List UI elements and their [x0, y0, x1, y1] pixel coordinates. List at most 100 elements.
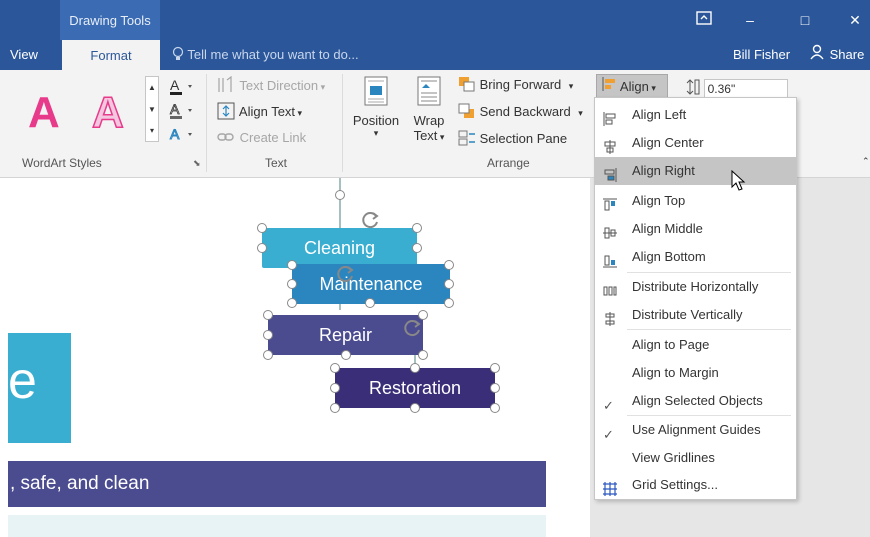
selection-handle[interactable]	[410, 363, 420, 373]
shape-restoration[interactable]: Restoration	[335, 368, 495, 408]
menu-item-align-center[interactable]: Align Center	[595, 129, 796, 157]
shape-repair[interactable]: Repair	[268, 315, 423, 355]
height-icon	[686, 78, 700, 99]
align-text-button[interactable]: Align Text ▾	[216, 102, 302, 123]
align-top-icon	[603, 194, 617, 211]
shape-cleaning[interactable]: Cleaning	[262, 228, 417, 268]
selection-handle[interactable]	[490, 383, 500, 393]
menu-item-align-middle[interactable]: Align Middle	[595, 215, 796, 243]
menu-item-use-alignment-guides[interactable]: ✓ Use Alignment Guides	[595, 416, 796, 444]
send-backward-label: Send Backward	[479, 103, 571, 119]
align-label: Align	[619, 79, 649, 94]
menu-item-grid-settings[interactable]: Grid Settings...	[595, 471, 796, 499]
selection-handle[interactable]	[330, 383, 340, 393]
menu-item-view-gridlines[interactable]: View Gridlines	[595, 444, 796, 472]
minimize-button[interactable]: –	[730, 0, 770, 40]
selection-handle[interactable]	[444, 298, 454, 308]
checkmark-icon: ✓	[603, 427, 614, 442]
rotate-handle-icon[interactable]	[361, 210, 381, 233]
text-outline-button[interactable]: A	[168, 100, 196, 123]
arrange-group-label: Arrange	[487, 156, 530, 170]
send-backward-button[interactable]: Send Backward ▾	[458, 103, 583, 122]
selection-pane-label: Selection Pane	[479, 130, 568, 146]
tab-view[interactable]: View	[10, 40, 38, 70]
selection-handle[interactable]	[257, 243, 267, 253]
text-direction-button[interactable]: Text Direction ▾	[216, 75, 325, 97]
selection-handle[interactable]	[287, 260, 297, 270]
align-middle-icon	[603, 222, 617, 239]
menu-item-align-left[interactable]: Align Left	[595, 101, 796, 129]
selection-handle[interactable]	[330, 363, 340, 373]
menu-item-align-to-margin[interactable]: Align to Margin	[595, 359, 796, 387]
svg-text:A: A	[170, 77, 180, 93]
wordart-style-outline[interactable]: A	[91, 87, 124, 138]
selection-handle[interactable]	[330, 403, 340, 413]
align-text-label: Align Text	[238, 103, 296, 119]
tab-format[interactable]: Format	[62, 40, 160, 70]
wordart-styles-group-label: WordArt Styles	[22, 156, 102, 170]
distribute-vertically-icon	[603, 308, 617, 326]
maximize-button[interactable]: □	[785, 0, 825, 40]
text-group-label: Text	[265, 156, 288, 170]
close-button[interactable]: ✕	[835, 0, 870, 40]
text-fill-button[interactable]: A	[168, 76, 196, 99]
selection-handle[interactable]	[418, 350, 428, 360]
menu-item-align-top[interactable]: Align Top	[595, 187, 796, 215]
menu-item-distribute-vertically[interactable]: Distribute Vertically	[595, 301, 796, 329]
selection-handle[interactable]	[365, 298, 375, 308]
menu-item-align-selected-objects[interactable]: ✓ Align Selected Objects	[595, 387, 796, 415]
align-button[interactable]: Align ▾	[596, 74, 668, 98]
position-button[interactable]: Position ▾	[352, 76, 400, 139]
wordart-style-pink[interactable]: A	[28, 88, 60, 138]
shape-height-field[interactable]: 0.36"	[686, 78, 788, 99]
wrap-text-label-1: Wrap	[413, 113, 445, 128]
tell-me-search[interactable]: Tell me what you want to do...	[172, 46, 359, 65]
wrap-text-icon	[415, 76, 443, 111]
selection-handle[interactable]	[263, 350, 273, 360]
wrap-text-label-2: Text	[413, 128, 438, 143]
share-button[interactable]: Share	[810, 40, 864, 71]
document-canvas[interactable]: e , safe, and clean Cleaning Maintenance…	[0, 178, 590, 537]
menu-item-distribute-horizontally[interactable]: Distribute Horizontally	[595, 273, 796, 301]
text-effects-button[interactable]: A	[168, 124, 196, 147]
selection-handle[interactable]	[263, 310, 273, 320]
selection-handle[interactable]	[287, 279, 297, 289]
send-backward-icon	[458, 103, 476, 122]
selection-handle[interactable]	[335, 190, 345, 200]
dialog-launcher-icon[interactable]: ⬊	[193, 158, 201, 169]
bring-forward-button[interactable]: Bring Forward ▾	[458, 76, 573, 95]
selection-handle[interactable]	[410, 403, 420, 413]
selection-handle[interactable]	[257, 223, 267, 233]
position-label: Position	[352, 113, 400, 128]
menu-item-align-right[interactable]: Align Right	[595, 157, 796, 185]
align-icon	[601, 76, 617, 100]
create-link-label: Create Link	[239, 129, 307, 145]
ribbon-display-options-icon[interactable]	[684, 0, 724, 40]
menu-item-align-bottom[interactable]: Align Bottom	[595, 243, 796, 271]
distribute-horizontally-icon	[603, 280, 617, 296]
wordart-gallery-scroll[interactable]: ▲ ▼ ▾	[145, 76, 159, 142]
selection-handle[interactable]	[444, 279, 454, 289]
bring-forward-icon	[458, 76, 476, 95]
selection-handle[interactable]	[490, 363, 500, 373]
menu-item-align-to-page[interactable]: Align to Page	[595, 331, 796, 359]
bring-forward-label: Bring Forward	[479, 76, 562, 92]
selection-pane-button[interactable]: Selection Pane	[458, 130, 567, 149]
rotate-handle-icon[interactable]	[403, 318, 423, 341]
selection-handle[interactable]	[287, 298, 297, 308]
selection-handle[interactable]	[412, 243, 422, 253]
menu-separator	[627, 329, 791, 330]
create-link-button[interactable]: Create Link	[216, 128, 306, 149]
text-direction-label: Text Direction	[239, 77, 319, 93]
height-input[interactable]: 0.36"	[703, 78, 788, 99]
selection-handle[interactable]	[341, 350, 351, 360]
selection-handle[interactable]	[490, 403, 500, 413]
rotate-handle-icon[interactable]	[336, 264, 356, 287]
selection-handle[interactable]	[444, 260, 454, 270]
wrap-text-button[interactable]: Wrap Text ▾	[408, 76, 450, 143]
user-name[interactable]: Bill Fisher	[733, 40, 790, 70]
selection-handle[interactable]	[263, 330, 273, 340]
ribbon-tab-row: View Format Tell me what you want to do.…	[0, 40, 870, 70]
selection-handle[interactable]	[412, 223, 422, 233]
ribbon-collapse-icon[interactable]: ⌃	[862, 156, 870, 167]
